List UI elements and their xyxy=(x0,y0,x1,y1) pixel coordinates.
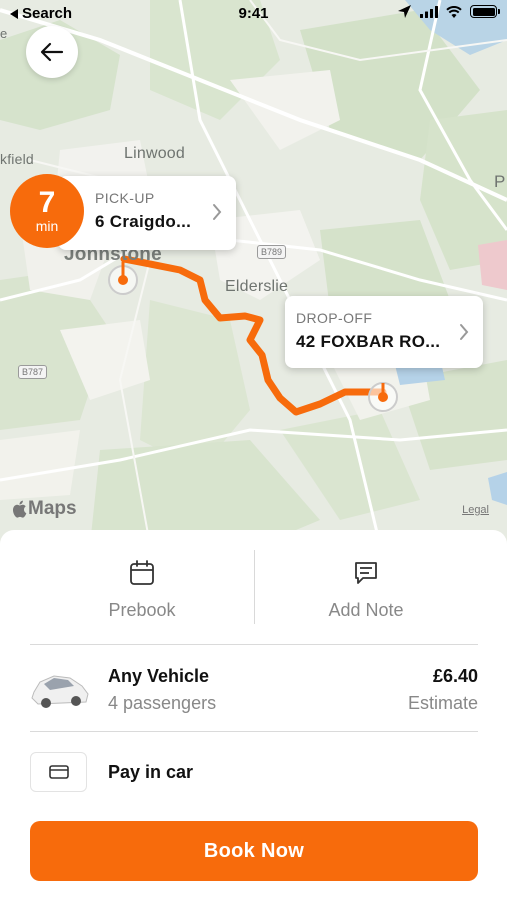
chevron-right-icon xyxy=(213,204,222,220)
vehicle-price: £6.40 xyxy=(432,666,478,686)
card-icon xyxy=(48,765,69,779)
place-label-edge-p: P xyxy=(494,172,506,191)
signal-icon xyxy=(420,5,438,18)
maps-brand-text: Maps xyxy=(28,498,77,519)
back-button[interactable] xyxy=(26,26,78,78)
map-background xyxy=(0,0,507,545)
legal-link[interactable]: Legal xyxy=(462,504,489,516)
place-label-edge: e xyxy=(0,26,8,41)
vehicle-name: Any Vehicle xyxy=(108,666,210,686)
note-icon xyxy=(355,562,377,584)
road-shield-b787: B787 xyxy=(18,365,48,379)
map-view[interactable]: e kfield Linwood Johnstone Elderslie P B… xyxy=(0,0,507,545)
location-arrow-icon xyxy=(398,5,411,18)
wifi-icon xyxy=(446,5,462,18)
vehicle-passengers: 4 passengers xyxy=(108,693,217,713)
booking-sheet: Prebook Add Note Any Vehicle 4 passenger… xyxy=(0,530,507,900)
apple-icon xyxy=(12,500,27,518)
prebook-button[interactable]: Prebook xyxy=(30,550,254,644)
road-shield-b789: B789 xyxy=(257,245,287,259)
eta-badge: 7 min xyxy=(10,174,84,248)
add-note-button[interactable]: Add Note xyxy=(254,550,478,644)
back-arrow-icon xyxy=(40,42,64,62)
dropoff-callout[interactable]: DROP-OFF 42 FOXBAR RO... xyxy=(285,296,483,368)
place-label-kfield: kfield xyxy=(0,151,34,167)
add-note-label: Add Note xyxy=(328,600,404,620)
pickup-callout[interactable]: PICK-UP 6 Craigdo... xyxy=(58,176,236,250)
dropoff-address: 42 FOXBAR RO... xyxy=(296,332,441,351)
price-estimate-label: Estimate xyxy=(407,693,478,713)
dropoff-label: DROP-OFF xyxy=(296,310,373,326)
place-label-linwood: Linwood xyxy=(124,145,186,162)
prebook-label: Prebook xyxy=(108,600,176,620)
chevron-right-icon xyxy=(460,324,469,340)
apple-maps-logo: Maps xyxy=(12,498,77,520)
vehicle-option[interactable]: Any Vehicle 4 passengers £6.40 Estimate xyxy=(30,660,478,720)
place-label-elderslie: Elderslie xyxy=(225,278,289,295)
payment-label: Pay in car xyxy=(108,762,194,782)
divider xyxy=(30,731,478,732)
status-bar: Search 9:41 xyxy=(0,0,507,28)
car-icon xyxy=(31,675,89,708)
divider xyxy=(30,644,478,645)
book-now-button[interactable]: Book Now xyxy=(30,821,478,881)
card-icon-box xyxy=(30,752,87,792)
action-divider xyxy=(254,550,255,624)
eta-value: 7 xyxy=(38,186,56,219)
payment-method[interactable]: Pay in car xyxy=(30,750,478,792)
eta-unit: min xyxy=(35,218,59,234)
booking-actions: Prebook Add Note xyxy=(30,550,478,644)
calendar-icon xyxy=(130,560,154,585)
battery-icon xyxy=(470,5,500,18)
